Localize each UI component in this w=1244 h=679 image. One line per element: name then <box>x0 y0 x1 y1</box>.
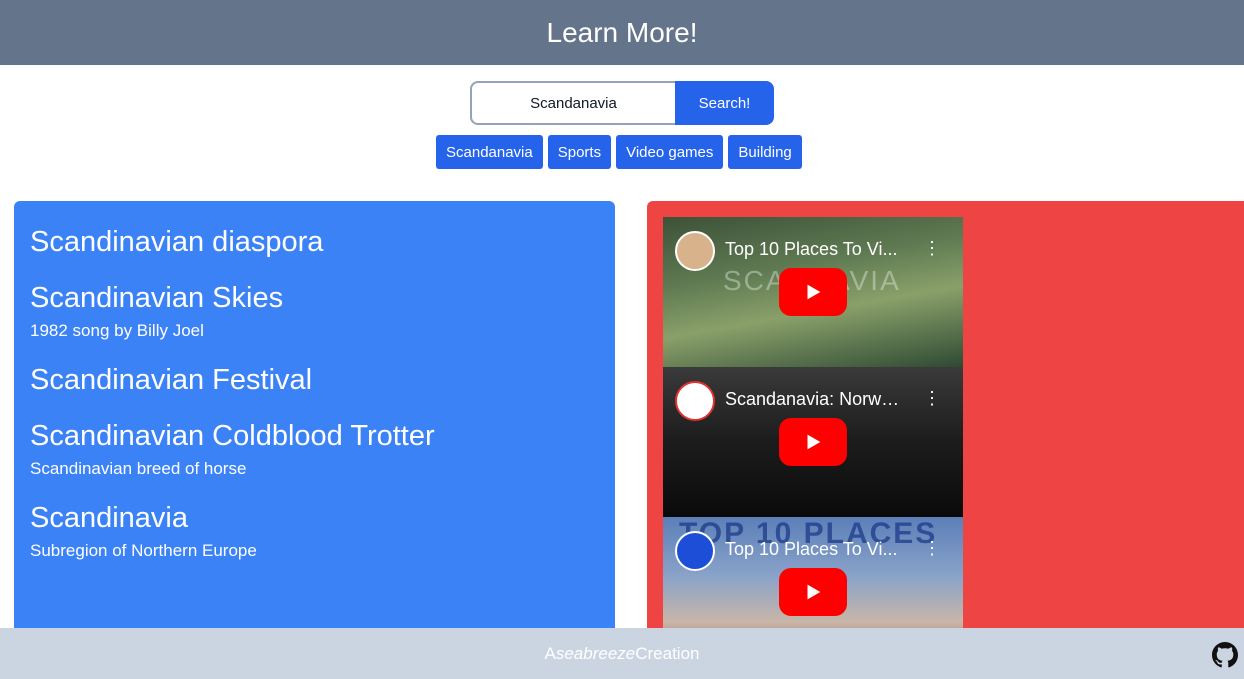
search-button[interactable]: Search! <box>675 81 774 125</box>
github-icon[interactable] <box>1212 642 1238 668</box>
wiki-result-description: Subregion of Northern Europe <box>30 541 257 560</box>
search-bar: Search! <box>470 81 774 125</box>
wiki-result[interactable]: Scandinavia Subregion of Northern Europe <box>30 499 599 563</box>
video-title[interactable]: Scandanavia: Norwa... <box>725 389 905 410</box>
channel-avatar-icon[interactable] <box>675 231 715 271</box>
wiki-result-description: 1982 song by Billy Joel <box>30 321 204 340</box>
page-header: Learn More! <box>0 0 1244 65</box>
chip-scandanavia[interactable]: Scandanavia <box>436 135 543 169</box>
search-input[interactable] <box>470 81 675 125</box>
video-results-panel: SCANDAVIA Top 10 Places To Vi... ⋮ Scand… <box>647 201 1244 641</box>
wiki-result[interactable]: Scandinavian Coldblood Trotter Scandinav… <box>30 417 599 481</box>
channel-avatar-icon[interactable] <box>675 531 715 571</box>
wiki-result[interactable]: Scandinavian Skies 1982 song by Billy Jo… <box>30 279 599 343</box>
wiki-result[interactable]: Scandinavian diaspora <box>30 223 599 261</box>
play-icon[interactable] <box>779 268 847 316</box>
more-options-icon[interactable]: ⋮ <box>923 239 941 257</box>
wiki-result[interactable]: Scandinavian Festival <box>30 361 599 399</box>
chip-video-games[interactable]: Video games <box>616 135 724 169</box>
chip-building[interactable]: Building <box>728 135 802 169</box>
play-icon[interactable] <box>779 418 847 466</box>
suggestion-chips: Scandanavia Sports Video games Building <box>436 135 802 169</box>
footer-brand: seabreeze <box>555 643 636 663</box>
video-title[interactable]: Top 10 Places To Vi... <box>725 539 905 560</box>
wiki-result-title: Scandinavia <box>30 502 188 534</box>
more-options-icon[interactable]: ⋮ <box>923 539 941 557</box>
footer-prefix: A <box>544 643 556 663</box>
more-options-icon[interactable]: ⋮ <box>923 389 941 407</box>
page-title: Learn More! <box>546 16 698 48</box>
video-title[interactable]: Top 10 Places To Vi... <box>725 239 905 260</box>
wiki-result-title: Scandinavian diaspora <box>30 226 324 258</box>
channel-avatar-icon[interactable] <box>675 381 715 421</box>
video-embed[interactable]: TOP 10 PLACES Top 10 Places To Vi... ⋮ <box>663 517 963 641</box>
footer-suffix: Creation <box>635 643 700 663</box>
video-embed[interactable]: SCANDAVIA Top 10 Places To Vi... ⋮ <box>663 217 963 367</box>
page-footer: A seabreeze Creation <box>0 628 1244 679</box>
play-icon[interactable] <box>779 568 847 616</box>
video-embed[interactable]: Scandanavia: Norwa... ⋮ <box>663 367 963 517</box>
wiki-result-title: Scandinavian Festival <box>30 364 313 396</box>
wiki-result-title: Scandinavian Skies <box>30 282 284 314</box>
chip-sports[interactable]: Sports <box>547 135 612 169</box>
wiki-result-description: Scandinavian breed of horse <box>30 459 247 478</box>
wiki-results-panel: Scandinavian diaspora Scandinavian Skies… <box>14 201 615 641</box>
wiki-result-title: Scandinavian Coldblood Trotter <box>30 420 435 452</box>
